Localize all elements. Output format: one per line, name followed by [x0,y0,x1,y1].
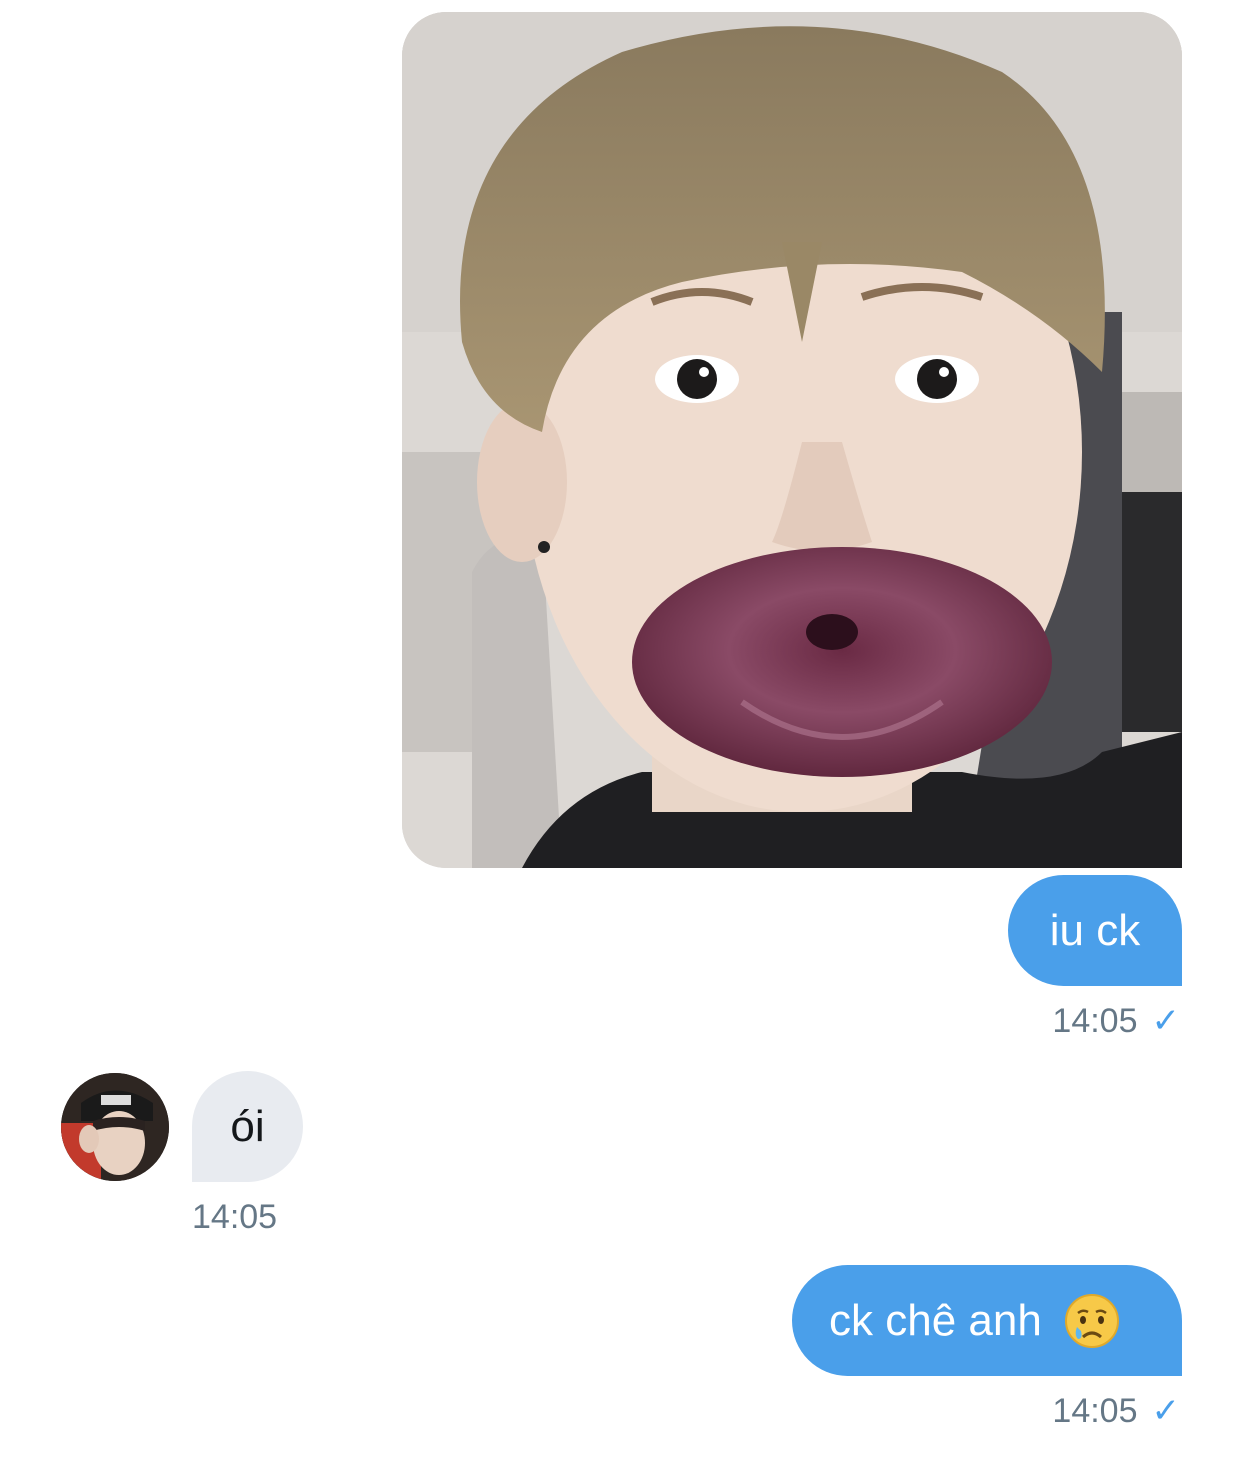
sent-photo [402,12,1182,868]
avatar-image [61,1073,169,1181]
crying-face-icon [1064,1293,1120,1349]
message-timestamp: 14:05 ✓ [1052,1394,1180,1428]
avatar[interactable] [61,1073,169,1181]
message-text: ck chê anh [829,1295,1042,1345]
outgoing-message-bubble[interactable]: iu ck [1008,875,1182,986]
message-timestamp: 14:05 [192,1200,277,1234]
message-text: iu ck [1049,905,1141,955]
check-icon: ✓ [1151,1002,1181,1040]
timestamp-text: 14:05 [1052,1392,1138,1430]
timestamp-text: 14:05 [192,1198,278,1236]
timestamp-text: 14:05 [1052,1002,1138,1040]
message-timestamp: 14:05 ✓ [1052,1004,1180,1038]
outgoing-message-bubble[interactable]: ck chê anh [792,1265,1182,1376]
check-icon: ✓ [1151,1392,1181,1430]
message-text: ói [230,1101,265,1151]
incoming-message-bubble[interactable]: ói [192,1071,303,1182]
sent-image-message[interactable] [402,12,1182,868]
